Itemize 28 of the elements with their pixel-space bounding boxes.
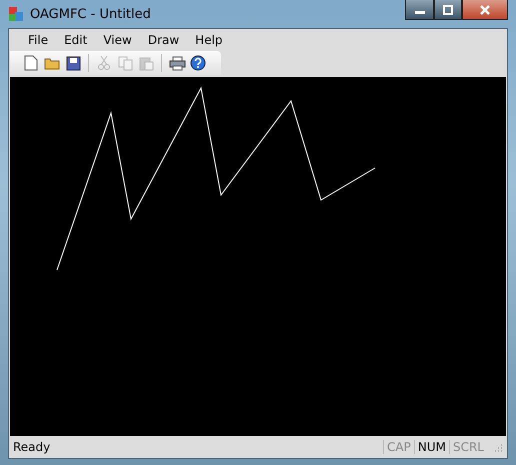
status-indicator: CAP bbox=[383, 440, 414, 454]
clipboard-icon bbox=[138, 56, 154, 70]
maximize-button[interactable] bbox=[434, 0, 462, 20]
status-indicator: NUM bbox=[414, 440, 449, 454]
status-indicator: SCRL bbox=[448, 440, 487, 454]
printer-icon bbox=[168, 56, 186, 70]
minimize-icon bbox=[414, 11, 424, 14]
toolbar-button[interactable] bbox=[168, 54, 186, 72]
maximize-icon bbox=[443, 4, 453, 14]
menu-item[interactable]: Edit bbox=[57, 31, 94, 49]
close-button[interactable] bbox=[462, 0, 508, 20]
minimize-button[interactable] bbox=[405, 0, 434, 20]
toolbar-button[interactable] bbox=[22, 54, 40, 72]
menu-item[interactable]: Draw bbox=[140, 31, 186, 49]
close-icon bbox=[480, 4, 490, 14]
copy-icon bbox=[118, 56, 132, 70]
status-text: Ready bbox=[13, 440, 50, 454]
scissors-icon bbox=[98, 55, 110, 71]
help-icon bbox=[190, 55, 206, 71]
app-icon bbox=[8, 6, 24, 22]
toolbar-button[interactable] bbox=[189, 54, 207, 72]
menu-item[interactable]: Help bbox=[188, 31, 230, 49]
blank-page-icon bbox=[24, 55, 38, 71]
window-title: OAGMFC - Untitled bbox=[30, 6, 151, 22]
folder-icon bbox=[44, 56, 60, 70]
toolbar-button[interactable] bbox=[64, 54, 82, 72]
menu-item[interactable]: View bbox=[96, 31, 139, 49]
menu-item[interactable]: File bbox=[21, 31, 56, 49]
